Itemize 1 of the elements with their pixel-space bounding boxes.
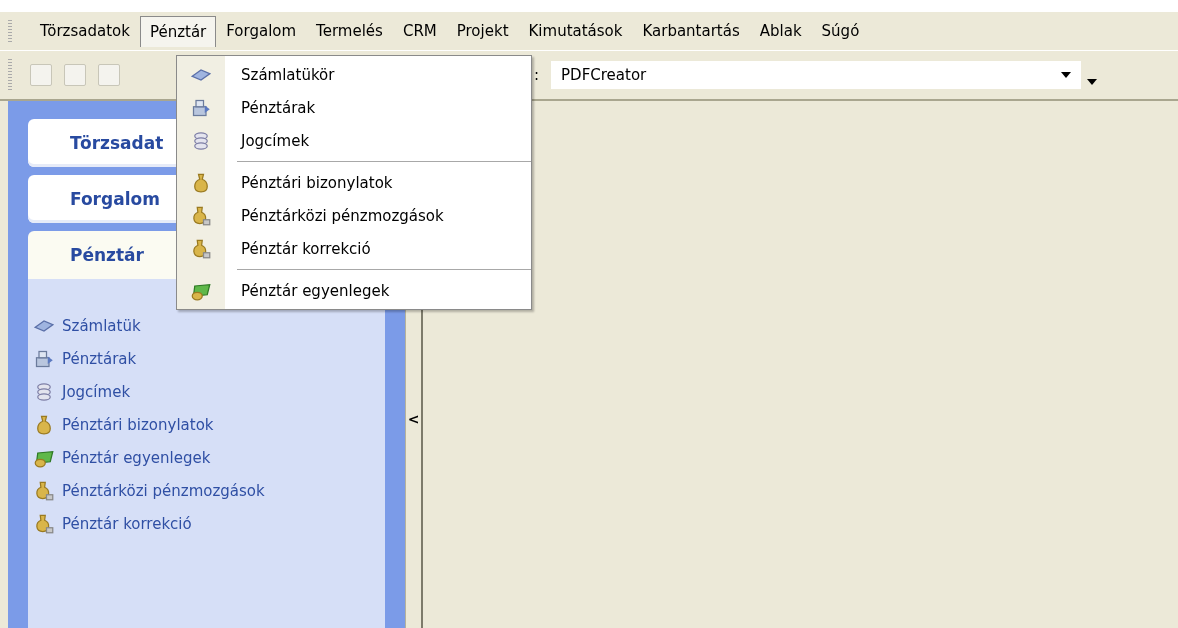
- printer-label: :: [534, 66, 540, 84]
